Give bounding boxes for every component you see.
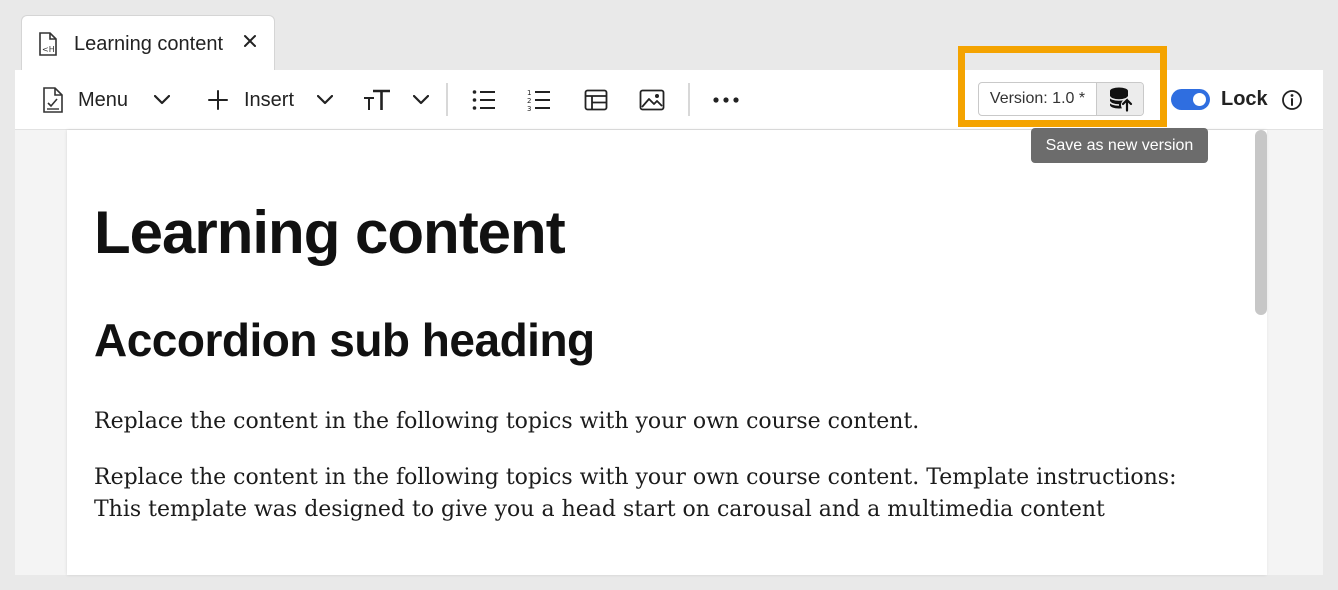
tooltip: Save as new version	[1031, 128, 1208, 163]
document-paragraph[interactable]: Replace the content in the following top…	[94, 406, 1194, 438]
document-page[interactable]: Learning content Accordion sub heading R…	[67, 130, 1266, 575]
numbered-list-button[interactable]: 1 2 3	[527, 70, 551, 130]
lock-toggle[interactable]	[1171, 89, 1210, 110]
text-format-button[interactable]	[363, 70, 429, 130]
app-window: <H Learning content Menu Insert 1 2 3 Ve…	[0, 0, 1338, 590]
chevron-down-icon	[317, 95, 334, 105]
toolbar-divider	[446, 83, 448, 116]
image-button[interactable]	[639, 70, 665, 130]
version-control: Version: 1.0 *	[978, 82, 1144, 116]
tab-learning-content[interactable]: <H Learning content	[21, 15, 275, 71]
toolbar-divider	[688, 83, 690, 116]
toolbar: Menu Insert 1 2 3 Version: 1.0 * Lock	[15, 70, 1323, 130]
numbered-list-icon: 1 2 3	[527, 89, 550, 112]
menu-button[interactable]: Menu	[42, 70, 171, 130]
svg-text:<H: <H	[42, 45, 55, 54]
insert-label: Insert	[244, 88, 295, 111]
menu-label: Menu	[78, 88, 129, 111]
document-subheading[interactable]: Accordion sub heading	[94, 313, 595, 367]
lock-label: Lock	[1221, 88, 1268, 110]
close-icon[interactable]	[241, 32, 259, 50]
svg-text:1: 1	[527, 89, 531, 97]
tab-label: Learning content	[74, 33, 224, 55]
table-button[interactable]	[584, 70, 608, 130]
bulleted-list-icon	[472, 90, 495, 110]
document-paragraph[interactable]: Replace the content in the following top…	[94, 462, 1194, 526]
info-icon[interactable]	[1281, 89, 1303, 111]
document-title[interactable]: Learning content	[94, 198, 566, 267]
more-icon	[713, 97, 739, 103]
svg-text:3: 3	[527, 105, 531, 112]
version-label: Version: 1.0 *	[989, 90, 1086, 107]
insert-button[interactable]: Insert	[207, 70, 334, 130]
chevron-down-icon	[154, 95, 171, 105]
save-version-icon	[1108, 87, 1133, 112]
image-icon	[639, 89, 665, 111]
bulleted-list-button[interactable]	[472, 70, 496, 130]
chevron-down-icon	[413, 95, 429, 105]
save-as-new-version-button[interactable]	[1096, 83, 1143, 115]
scrollbar-thumb[interactable]	[1255, 130, 1267, 315]
more-button[interactable]	[713, 70, 739, 130]
plus-icon	[208, 90, 228, 110]
document-check-icon	[43, 87, 63, 113]
toggle-knob	[1193, 93, 1206, 106]
svg-text:2: 2	[527, 97, 531, 105]
text-size-icon	[364, 89, 390, 110]
table-icon	[584, 89, 608, 111]
html-file-icon: <H	[39, 32, 57, 56]
